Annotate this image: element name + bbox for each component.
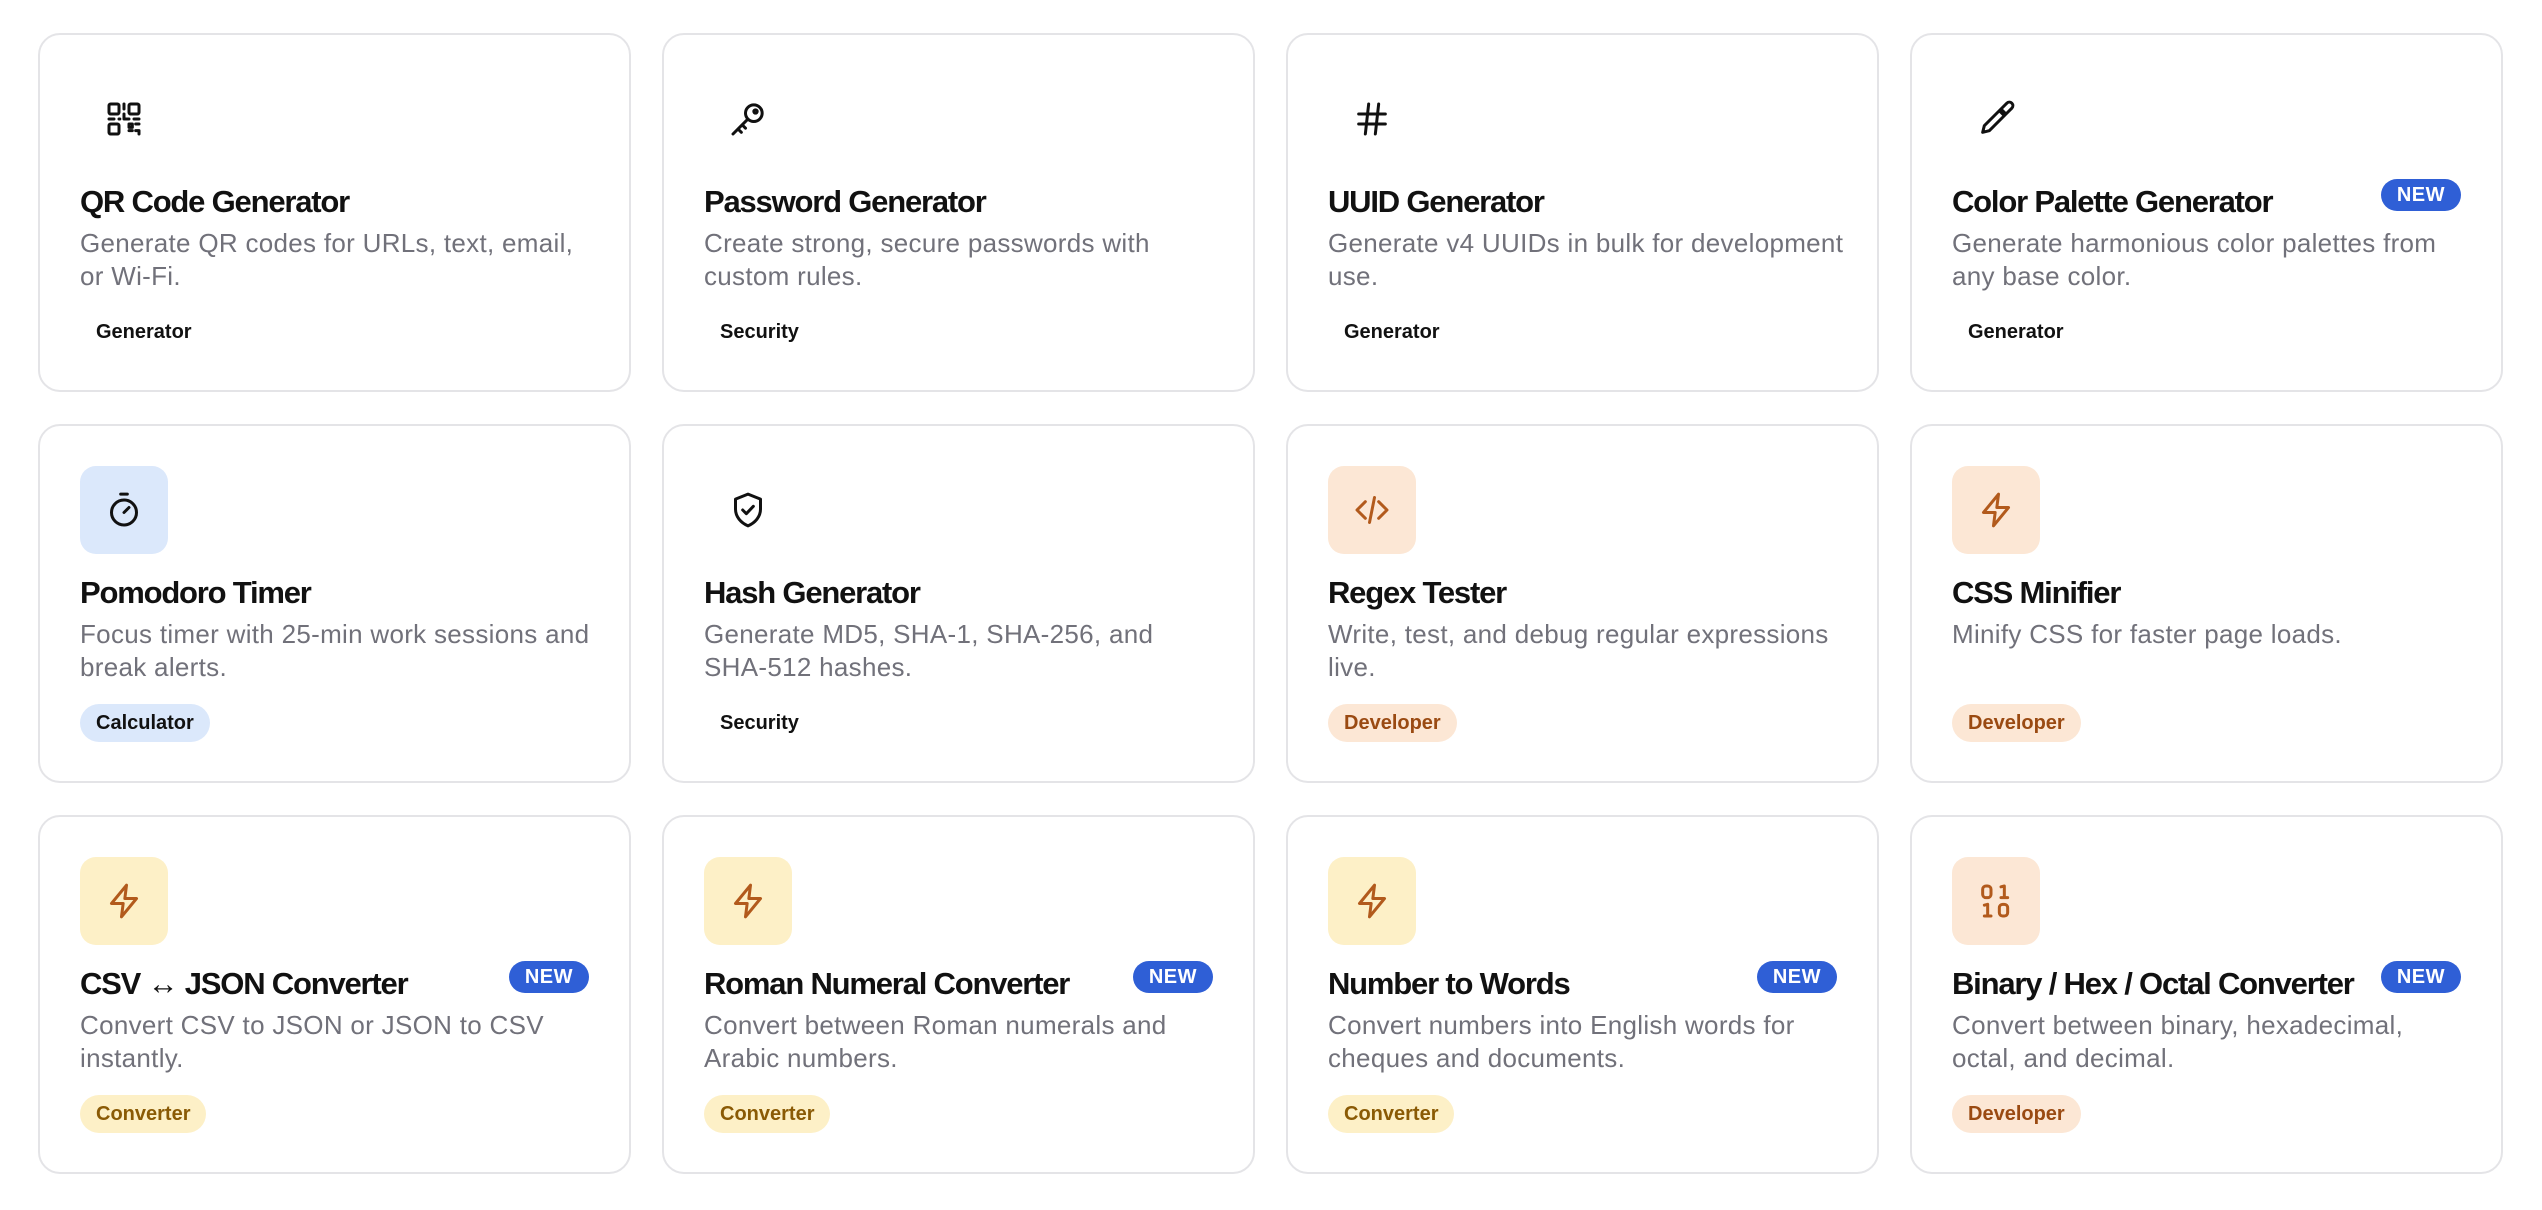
card-title: Binary / Hex / Octal Converter — [1952, 966, 2355, 1001]
category-tag: Developer — [1952, 704, 2081, 742]
icon-container — [1952, 857, 2040, 945]
timer-icon — [110, 492, 138, 527]
category-tag: Generator — [96, 321, 192, 343]
card-title: Color Palette Generator — [1952, 184, 2274, 219]
icon-container — [1328, 75, 1416, 163]
tool-card-password-generator[interactable]: Password Generator Create strong, secure… — [662, 33, 1255, 392]
card-title: Hash Generator — [704, 575, 921, 610]
icon-container — [1952, 75, 2040, 163]
eyedropper-icon — [1981, 100, 2015, 134]
category-tag: Converter — [704, 1095, 831, 1133]
tool-card-binary-hex-octal-converter[interactable]: Binary / Hex / Octal Converter NEW Conve… — [1910, 815, 2503, 1174]
card-description: Minify CSS for faster page loads. — [1952, 619, 2342, 649]
category-tag: Converter — [1328, 1095, 1455, 1133]
lightning-icon — [110, 883, 138, 919]
code-icon — [1355, 496, 1389, 524]
tool-card-regex-tester[interactable]: Regex Tester Write, test, and debug regu… — [1286, 424, 1879, 783]
category-tag: Developer — [1328, 704, 1457, 742]
icon-container — [704, 75, 792, 163]
tool-card-number-to-words[interactable]: Number to Words NEW Convert numbers into… — [1286, 815, 1879, 1174]
new-badge: NEW — [508, 961, 589, 993]
card-description: Convert numbers into English words for c… — [1328, 1010, 1795, 1073]
icon-container — [1328, 857, 1416, 945]
card-title: CSV ↔ JSON Converter — [80, 966, 409, 1001]
card-description: Generate MD5, SHA-1, SHA-256, and SHA-51… — [704, 619, 1154, 682]
category-tag: Developer — [1952, 1095, 2081, 1133]
category-tag: Calculator — [80, 704, 210, 742]
category-tag: Generator — [1968, 321, 2064, 343]
card-description: Generate harmonious color palettes from … — [1952, 228, 2437, 291]
tool-card-uuid-generator[interactable]: UUID Generator Generate v4 UUIDs in bulk… — [1286, 33, 1879, 392]
tool-card-roman-numeral-converter[interactable]: Roman Numeral Converter NEW Convert betw… — [662, 815, 1255, 1174]
tool-card-color-palette-generator[interactable]: Color Palette Generator NEW Generate har… — [1910, 33, 2503, 392]
tool-card-pomodoro-timer[interactable]: Pomodoro Timer Focus timer with 25-min w… — [38, 424, 631, 783]
tool-card-css-minifier[interactable]: CSS Minifier Minify CSS for faster page … — [1910, 424, 2503, 783]
icon-container — [1328, 466, 1416, 554]
icon-container — [1952, 466, 2040, 554]
tool-card-hash-generator[interactable]: Hash Generator Generate MD5, SHA-1, SHA-… — [662, 424, 1255, 783]
card-description: Generate v4 UUIDs in bulk for developmen… — [1328, 228, 1844, 291]
card-description: Convert between binary, hexadecimal, oct… — [1952, 1010, 2404, 1073]
binary-icon — [1981, 884, 2010, 918]
card-title: Pomodoro Timer — [80, 575, 312, 610]
card-description: Generate QR codes for URLs, text, email,… — [80, 228, 574, 291]
card-description: Create strong, secure passwords with cus… — [704, 228, 1150, 291]
tool-card-qr-code-generator[interactable]: QR Code Generator Generate QR codes for … — [38, 33, 631, 392]
icon-container — [704, 466, 792, 554]
card-title: UUID Generator — [1328, 184, 1545, 219]
category-tag: Converter — [80, 1095, 207, 1133]
qr-code-icon — [107, 102, 141, 136]
card-description: Convert between Roman numerals and Arabi… — [704, 1010, 1167, 1073]
category-tag: Security — [720, 321, 799, 343]
tool-card-csv-json-converter[interactable]: CSV ↔ JSON Converter NEW Convert CSV to … — [38, 815, 631, 1174]
card-description: Focus timer with 25-min work sessions an… — [80, 619, 590, 682]
lightning-icon — [1358, 883, 1386, 919]
icon-container — [80, 466, 168, 554]
card-title: Password Generator — [704, 184, 987, 219]
card-title: Number to Words — [1328, 966, 1571, 1001]
card-title: Regex Tester — [1328, 575, 1507, 610]
icon-container — [80, 75, 168, 163]
new-badge: NEW — [1756, 961, 1837, 993]
category-tag: Security — [720, 712, 799, 734]
icon-container — [80, 857, 168, 945]
hash-icon — [1357, 102, 1387, 136]
card-title: CSS Minifier — [1952, 575, 2121, 610]
lightning-icon — [1982, 492, 2010, 528]
card-title: QR Code Generator — [80, 184, 350, 219]
card-description: Convert CSV to JSON or JSON to CSV insta… — [80, 1010, 544, 1073]
new-badge: NEW — [1132, 961, 1213, 993]
card-description: Write, test, and debug regular expressio… — [1328, 619, 1829, 682]
new-badge: NEW — [2380, 179, 2461, 211]
lightning-icon — [734, 883, 762, 919]
shield-check-icon — [734, 492, 762, 528]
card-title: Roman Numeral Converter — [704, 966, 1070, 1001]
icon-container — [704, 857, 792, 945]
key-icon — [731, 103, 764, 136]
tools-grid: QR Code Generator Generate QR codes for … — [38, 33, 2504, 1174]
category-tag: Generator — [1344, 321, 1440, 343]
new-badge: NEW — [2380, 961, 2461, 993]
